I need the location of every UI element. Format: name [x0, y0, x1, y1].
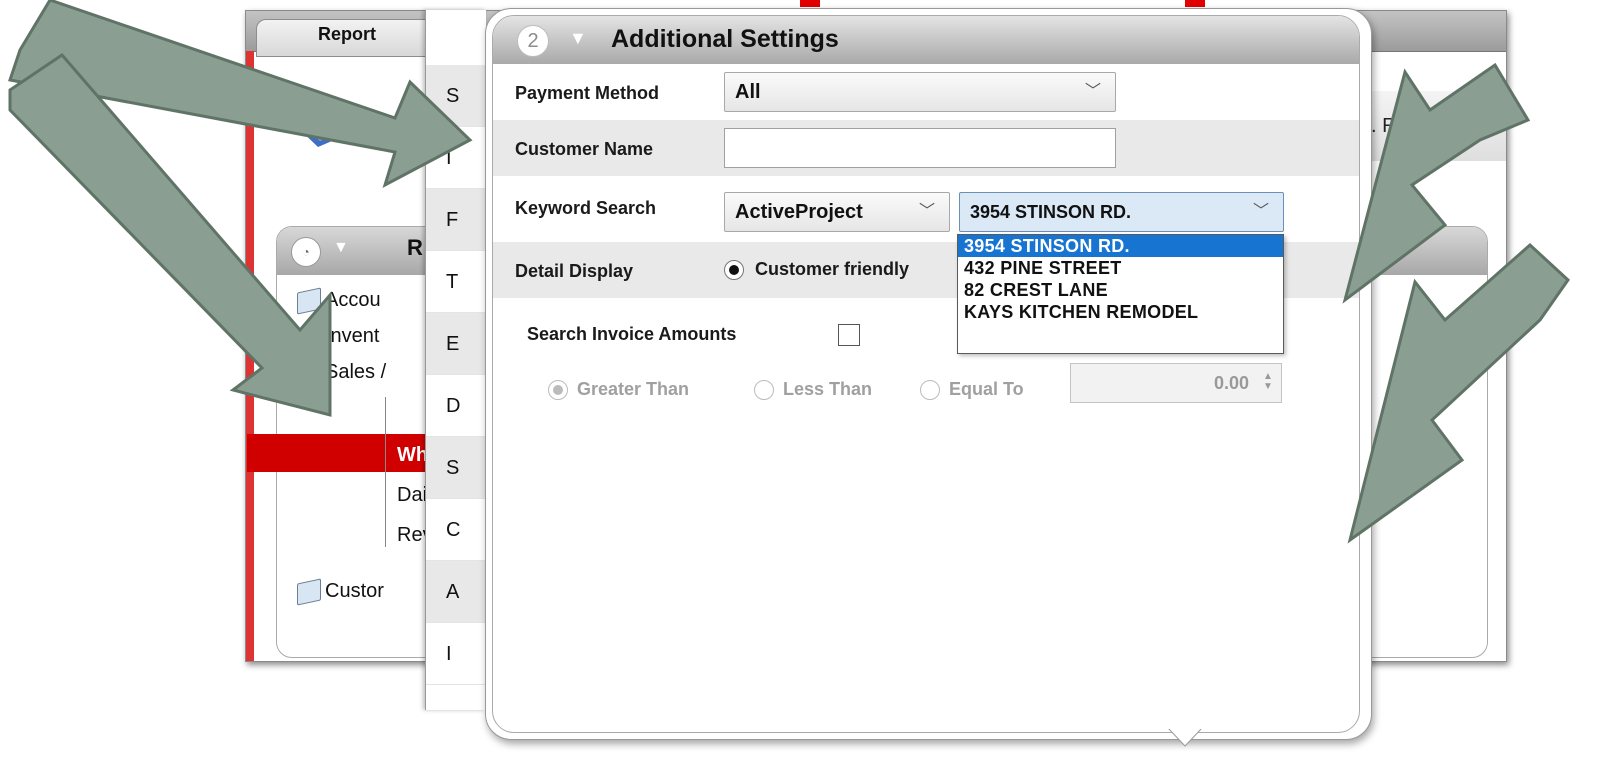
amount-value: 0.00 — [1213, 373, 1249, 393]
chevron-down-icon: ﹀ — [1084, 83, 1101, 100]
payment-method-row: Payment Method All ﹀ — [493, 64, 1359, 120]
tab-report[interactable]: Report — [256, 19, 438, 57]
chevron-down-icon: ﹀ — [918, 203, 935, 220]
equal-to-label: Equal To — [949, 379, 1024, 399]
settings-row[interactable]: F — [426, 189, 486, 251]
greater-than-radio[interactable] — [548, 380, 568, 400]
tree-item-accounting[interactable]: Accou — [297, 286, 381, 315]
settings-row[interactable]: I — [426, 623, 486, 685]
less-than-label: Less Than — [783, 379, 873, 399]
keyword-value-current: 3954 STINSON RD. — [970, 202, 1132, 222]
customer-name-input[interactable] — [724, 128, 1116, 168]
tree-item-label: Accou — [325, 289, 381, 311]
report-icon — [297, 286, 321, 315]
app-logo-icon — [294, 99, 360, 147]
top-red-mark-1 — [800, 0, 820, 7]
equal-to-radio[interactable] — [920, 380, 940, 400]
top-red-mark-2 — [1185, 0, 1205, 7]
settings-row[interactable]: E — [426, 313, 486, 375]
settings-row[interactable]: T — [426, 251, 486, 313]
popup-pointer — [1168, 728, 1202, 747]
settings-row[interactable]: D — [426, 375, 486, 437]
search-invoice-amounts-checkbox[interactable] — [838, 324, 860, 346]
payment-method-label: Payment Method — [515, 83, 660, 103]
tree-item-customer[interactable]: Custor — [297, 577, 384, 606]
tree-item-inventory[interactable]: Invent — [297, 322, 380, 351]
dropdown-option[interactable]: KAYS KITCHEN REMODEL — [958, 301, 1283, 323]
dropdown-option[interactable]: 432 PINE STREET — [958, 257, 1283, 279]
dropdown-option[interactable]: 82 CREST LANE — [958, 279, 1283, 301]
keyword-field-value: ActiveProject — [735, 201, 863, 223]
keyword-value-select[interactable]: 3954 STINSON RD. ﹀ — [959, 192, 1284, 232]
keyword-field-select[interactable]: ActiveProject ﹀ — [724, 192, 950, 232]
section-number-badge: 2 — [517, 25, 549, 57]
keyword-search-row: Keyword Search ActiveProject ﹀ 3954 STIN… — [493, 176, 1359, 242]
settings-row[interactable]: S — [426, 437, 486, 499]
popup-header: 2 ▼ Additional Settings — [493, 16, 1359, 64]
search-invoice-amounts-label: Search Invoice Amounts — [527, 324, 737, 344]
tree-subitem-daily[interactable]: Dai — [397, 484, 427, 507]
customer-friendly-label: Customer friendly — [755, 259, 910, 279]
review-text: . Revi — [1371, 115, 1423, 137]
reports-panel-title: R — [407, 235, 423, 260]
keyword-search-label: Keyword Search — [515, 198, 657, 218]
folder-icon: ◔ — [291, 237, 321, 267]
dropdown-option[interactable]: 3954 STINSON RD. — [958, 235, 1283, 257]
spinner-arrows-icon[interactable]: ▲ ▼ — [1261, 372, 1275, 392]
settings-row[interactable]: I — [426, 127, 486, 189]
tree-connector — [385, 397, 386, 547]
chevron-down-icon: ﹀ — [1252, 203, 1269, 220]
customer-name-label: Customer Name — [515, 139, 654, 159]
customer-name-row: Customer Name — [493, 120, 1359, 176]
payment-method-value: All — [735, 81, 761, 103]
collapse-triangle-icon[interactable]: ▼ — [569, 28, 587, 49]
keyword-dropdown-list: 3954 STINSON RD. 432 PINE STREET 82 CRES… — [957, 234, 1284, 354]
tree-item-label: Invent — [325, 325, 380, 347]
popup-title: Additional Settings — [611, 25, 839, 53]
amount-spinner[interactable]: 0.00 ▲ ▼ — [1070, 363, 1282, 403]
greater-than-label: Greater Than — [577, 379, 690, 399]
tree-subitem-selected[interactable]: Wh — [397, 444, 428, 467]
collapse-triangle-icon[interactable]: ▼ — [333, 239, 349, 257]
report-icon — [297, 577, 321, 606]
tree-item-sales[interactable]: Sales / — [297, 358, 387, 387]
report-icon — [297, 322, 321, 351]
tree-item-label: Sales / — [325, 361, 387, 383]
settings-column: S I F T E D S C A I — [425, 10, 486, 710]
less-than-radio[interactable] — [754, 380, 774, 400]
tree-item-label: Custor — [325, 580, 384, 602]
settings-row[interactable]: C — [426, 499, 486, 561]
detail-display-label: Detail Display — [515, 261, 634, 281]
window-left-strip — [246, 51, 254, 661]
report-icon — [297, 358, 321, 387]
settings-row[interactable]: A — [426, 561, 486, 623]
customer-friendly-radio[interactable] — [724, 260, 744, 280]
settings-row[interactable]: S — [426, 65, 486, 127]
payment-method-select[interactable]: All ﹀ — [724, 72, 1116, 112]
